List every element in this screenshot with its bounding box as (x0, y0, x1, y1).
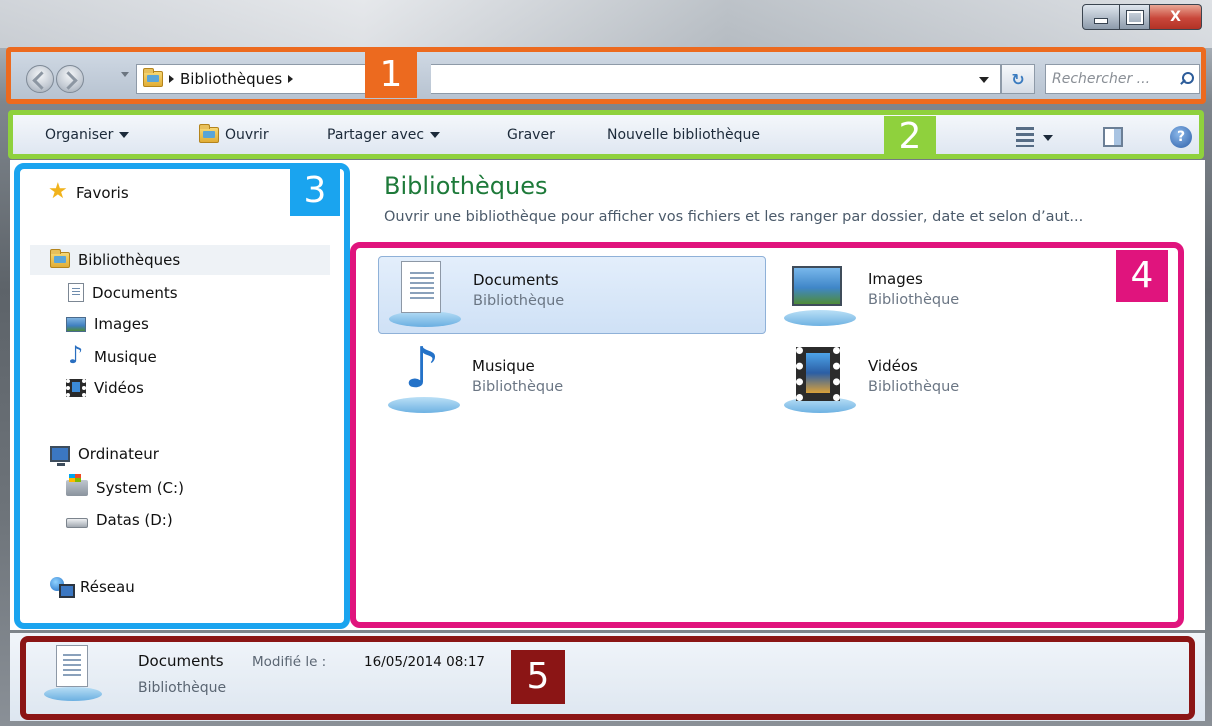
details-modified-value: 16/05/2014 08:17 (364, 654, 486, 670)
address-history-dropdown-icon[interactable] (979, 77, 989, 83)
ouvrir-button[interactable]: Ouvrir (199, 124, 269, 143)
address-bar-empty-area[interactable] (431, 64, 1001, 94)
preview-pane-icon[interactable] (1103, 127, 1123, 147)
document-icon (68, 283, 84, 302)
videos-library-icon (782, 347, 860, 417)
nav-label: Ordinateur (78, 445, 159, 463)
libraries-folder-icon (143, 68, 163, 87)
zone-badge-1: 1 (365, 52, 417, 98)
nav-item-documents[interactable]: Documents (68, 283, 178, 302)
organiser-label: Organiser (45, 127, 114, 143)
graver-label: Graver (507, 127, 555, 143)
hard-drive-icon (66, 518, 88, 528)
libraries-folder-icon (50, 249, 70, 268)
nav-label: Documents (92, 283, 178, 302)
library-type: Bibliothèque (868, 292, 960, 308)
page-title: Bibliothèques (384, 172, 548, 200)
nav-item-bibliotheques[interactable]: Bibliothèques (30, 245, 330, 275)
refresh-arrows-icon: ↻ (1011, 69, 1025, 89)
ouvrir-label: Ouvrir (225, 127, 269, 143)
library-name: Images (868, 270, 923, 288)
zone-badge-2: 2 (884, 116, 936, 158)
nav-label: Datas (D:) (96, 511, 173, 529)
zone-badge-4: 4 (1116, 250, 1168, 302)
details-item-type: Bibliothèque (138, 680, 227, 696)
change-view-icon[interactable] (1016, 127, 1034, 147)
documents-library-icon (44, 645, 104, 705)
help-icon[interactable]: ? (1170, 126, 1192, 148)
search-icon[interactable] (1179, 72, 1194, 86)
library-name: Documents (473, 271, 559, 289)
chevron-down-icon (119, 132, 130, 138)
documents-library-icon (387, 261, 465, 331)
zone-badge-3: 3 (290, 166, 340, 216)
picture-icon (66, 316, 86, 332)
library-name: Musique (472, 357, 535, 375)
details-item-name: Documents (138, 652, 224, 670)
nav-label: Réseau (80, 578, 135, 596)
back-button[interactable] (26, 65, 54, 93)
nav-item-images[interactable]: Images (66, 315, 149, 333)
nav-item-videos[interactable]: Vidéos (66, 379, 144, 397)
organiser-button[interactable]: Organiser (45, 127, 130, 143)
details-modified-label: Modifié le : (252, 654, 327, 670)
minimize-button[interactable] (1082, 4, 1120, 30)
nav-label: System (C:) (96, 479, 184, 497)
computer-icon (50, 446, 70, 466)
details-pane-zone (20, 636, 1195, 720)
library-item-documents[interactable]: Documents Bibliothèque (378, 256, 766, 334)
library-item-musique[interactable]: ♪ Musique Bibliothèque (378, 341, 766, 421)
nav-label: Vidéos (94, 379, 144, 397)
open-folder-icon (199, 124, 219, 143)
zone-badge-5: 5 (511, 650, 565, 704)
refresh-button[interactable]: ↻ (1001, 64, 1035, 94)
nav-label: Musique (94, 348, 157, 366)
address-bar[interactable]: Bibliothèques (136, 64, 376, 94)
library-item-images[interactable]: Images Bibliothèque (774, 256, 1162, 334)
nav-item-ordinateur[interactable]: Ordinateur (50, 445, 159, 466)
page-subtitle: Ouvrir une bibliothèque pour afficher vo… (384, 209, 1084, 225)
nav-label: Favoris (76, 184, 129, 202)
toolbar-zone: Organiser Ouvrir Partager avec Graver No… (8, 110, 1204, 159)
system-drive-icon (66, 474, 88, 496)
nav-label: Bibliothèques (78, 251, 181, 269)
navigation-pane: Favoris Bibliothèques Documents Images M… (14, 163, 350, 629)
window-controls: X (1082, 4, 1202, 30)
partager-label: Partager avec (327, 127, 425, 143)
search-box[interactable]: Rechercher ... (1045, 64, 1200, 94)
music-note-icon (68, 341, 86, 369)
forward-button[interactable] (56, 65, 84, 93)
nav-item-reseau[interactable]: Réseau (50, 577, 135, 598)
nav-item-musique[interactable]: Musique (68, 341, 157, 369)
search-input[interactable]: Rechercher ... (1052, 71, 1179, 87)
library-item-videos[interactable]: Vidéos Bibliothèque (774, 343, 1162, 421)
nav-item-favoris[interactable]: Favoris (48, 179, 129, 204)
nav-item-system-c[interactable]: System (C:) (66, 474, 184, 497)
close-button[interactable]: X (1150, 4, 1202, 30)
library-type: Bibliothèque (472, 379, 564, 395)
maximize-button[interactable] (1120, 4, 1150, 30)
chevron-down-icon (430, 132, 441, 138)
nav-item-datas-d[interactable]: Datas (D:) (66, 511, 173, 529)
nouvelle-label: Nouvelle bibliothèque (607, 127, 761, 143)
library-type: Bibliothèque (868, 379, 960, 395)
library-items-area: Documents Bibliothèque Images Bibliothèq… (350, 242, 1184, 628)
music-library-icon: ♪ (386, 341, 464, 417)
film-icon (66, 379, 86, 397)
view-options-chevron-icon[interactable] (1043, 135, 1053, 141)
breadcrumb-bibliotheques[interactable]: Bibliothèques (180, 70, 282, 88)
library-type: Bibliothèque (473, 293, 565, 309)
recent-pages-dropdown[interactable] (121, 72, 129, 77)
breadcrumb-separator-icon[interactable] (169, 75, 174, 83)
partager-button[interactable]: Partager avec (327, 127, 441, 143)
breadcrumb-chevron-icon[interactable] (288, 75, 294, 83)
star-icon (48, 179, 68, 204)
graver-button[interactable]: Graver (507, 127, 555, 143)
address-bar-zone: Bibliothèques ↻ Rechercher ... (6, 47, 1206, 104)
images-library-icon (782, 260, 860, 330)
nouvelle-bibliotheque-button[interactable]: Nouvelle bibliothèque (607, 127, 760, 143)
network-icon (50, 577, 75, 598)
library-name: Vidéos (868, 357, 918, 375)
nav-label: Images (94, 315, 149, 333)
